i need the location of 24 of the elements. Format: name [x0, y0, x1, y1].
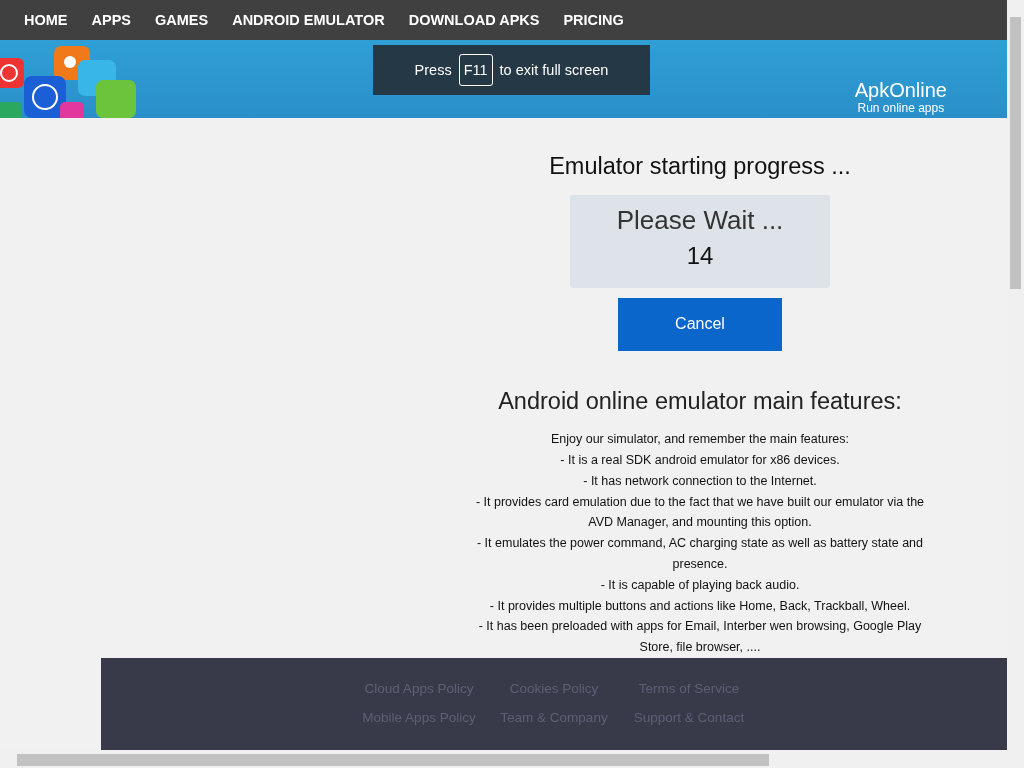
wait-status: Please Wait ... — [616, 205, 784, 235]
logo-name[interactable]: ApkOnline — [854, 79, 947, 101]
nav-link[interactable]: DOWNLOAD APKS — [408, 12, 540, 28]
nav-link[interactable]: APPS — [91, 12, 131, 28]
feature-text: - It provides card emulation due to the fact that we have built our emulator via the AVD Manager, and mounting this option. — [474, 493, 926, 532]
notice-text: Press — [414, 62, 452, 78]
countdown: 14 — [686, 242, 714, 270]
feature-text: - It emulates the power command, AC charging state as well as battery state and presence. — [475, 535, 925, 573]
feature-text: - It is a real SDK android emulator for x86 devices. — [560, 452, 840, 470]
nav-link[interactable]: PRICING — [563, 12, 624, 28]
feature-text: - It has network connection to the Internet. — [583, 472, 817, 490]
nav-link[interactable]: ANDROID EMULATOR — [232, 12, 385, 28]
progress-title: Emulator starting progress ... — [549, 152, 851, 180]
feature-text: - It provides multiple buttons and actions like Home, Back, Trackball, Wheel. — [489, 597, 911, 615]
nav-link[interactable]: HOME — [24, 12, 68, 28]
cancel-button[interactable]: Cancel — [618, 297, 782, 352]
feature-text: - It is capable of playing back audio. — [600, 576, 800, 594]
features-heading: Android online emulator main features: — [498, 387, 902, 416]
feature-text: - It has been preloaded with apps for Email, Interber wen browsing, Google Play Store, file browser, .... — [477, 618, 923, 657]
feature-text: Enjoy our simulator, and remember the main features: — [550, 431, 850, 449]
nav-link[interactable]: GAMES — [155, 12, 209, 28]
logo-tagline: Run online apps — [857, 101, 945, 115]
notice-text: to exit full screen — [499, 62, 609, 78]
key-label: F11 — [458, 54, 493, 86]
